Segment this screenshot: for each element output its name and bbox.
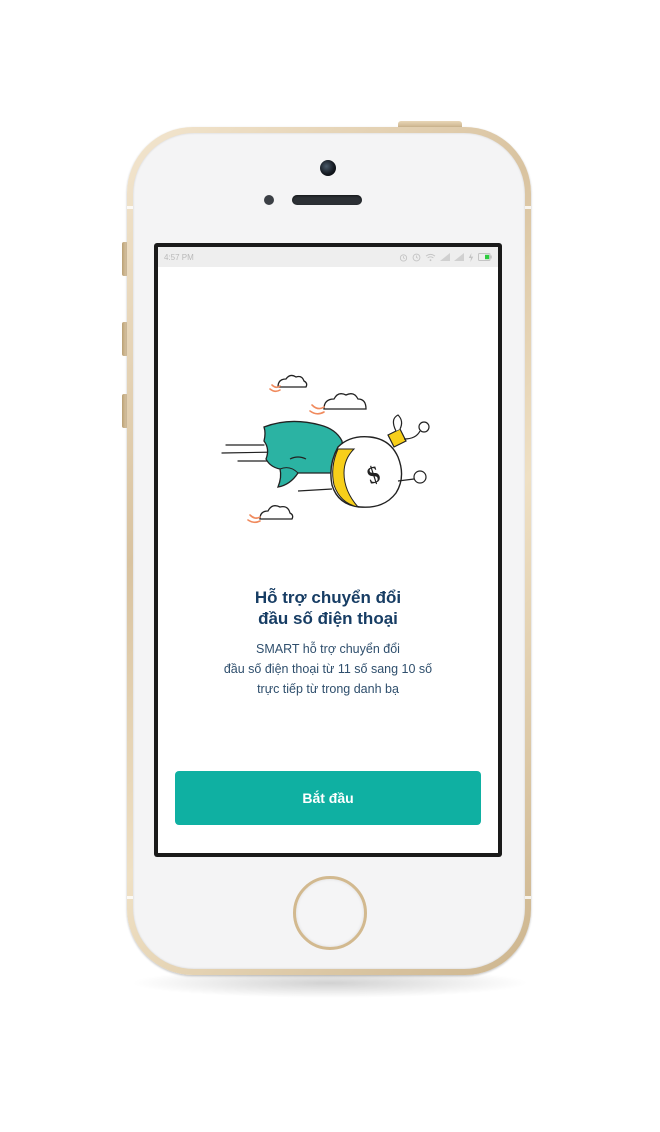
- description-line: đầu số điện thoại từ 11 số sang 10 số: [223, 662, 433, 676]
- battery-icon: [478, 253, 492, 261]
- page-title: Hỗ trợ chuyển đổi đầu số điện thoại: [158, 587, 498, 629]
- status-icons: [399, 252, 492, 262]
- page-description: SMART hỗ trợ chuyển đổi đầu số điện thoạ…: [158, 639, 498, 699]
- alarm-icon: [399, 253, 408, 262]
- antenna-line: [525, 206, 531, 209]
- app-screen: 4:57 PM $ Hỗ trợ chuyển đổi đầu số điện …: [158, 247, 498, 853]
- home-button[interactable]: [293, 876, 367, 950]
- title-line: đầu số điện thoại: [258, 609, 398, 628]
- description-line: trực tiếp từ trong danh bạ: [257, 682, 399, 696]
- cloud-icon: [269, 374, 308, 393]
- front-camera: [320, 160, 336, 176]
- description-line: SMART hỗ trợ chuyển đổi: [256, 642, 400, 656]
- title-line: Hỗ trợ chuyển đổi: [254, 588, 402, 607]
- signal-icon: [454, 253, 464, 261]
- cloud-icon: [247, 505, 294, 524]
- antenna-line: [525, 896, 531, 899]
- cloud-icon: [309, 393, 367, 415]
- earpiece-speaker: [292, 195, 362, 205]
- clock-icon: [412, 253, 421, 262]
- start-button[interactable]: Bắt đầu: [175, 771, 481, 825]
- wifi-icon: [425, 253, 436, 262]
- signal-icon: [440, 253, 450, 261]
- status-time: 4:57 PM: [164, 252, 194, 262]
- flying-money-bag-illustration: $: [221, 374, 430, 524]
- proximity-sensor: [264, 195, 274, 205]
- charging-icon: [468, 252, 474, 262]
- status-bar: 4:57 PM: [158, 247, 498, 267]
